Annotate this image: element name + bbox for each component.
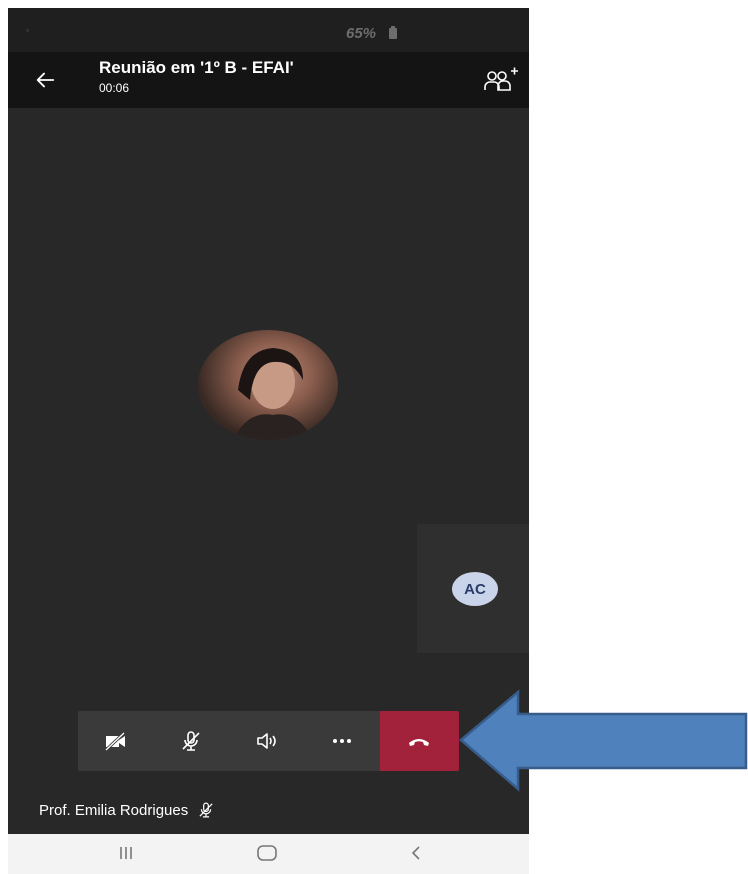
status-bar: 65% xyxy=(8,8,529,52)
camera-off-icon xyxy=(104,731,125,752)
meeting-header: Reunião em '1º B - EFAI' 00:06 xyxy=(8,52,529,108)
phone-screen: 65% Reunião em '1º B - EFAI' 00:06 AC Pr… xyxy=(8,8,529,874)
home-button[interactable] xyxy=(247,838,287,868)
arrow-left-icon[interactable] xyxy=(34,69,56,91)
notification-dot xyxy=(26,29,29,32)
participant-name-row: Prof. Emilia Rodrigues xyxy=(39,800,216,820)
back-chevron-icon xyxy=(411,846,420,860)
speaker-button[interactable] xyxy=(229,711,304,771)
more-options-button[interactable] xyxy=(304,711,379,771)
camera-off-button[interactable] xyxy=(78,711,153,771)
speaker-icon xyxy=(256,733,276,749)
initials-avatar: AC xyxy=(452,572,498,606)
more-dots-icon xyxy=(333,739,352,743)
side-participant-tile[interactable]: AC xyxy=(417,524,529,653)
call-controls xyxy=(78,711,459,771)
recent-apps-icon xyxy=(120,847,132,859)
battery-icon xyxy=(389,26,397,39)
meeting-timer: 00:06 xyxy=(99,81,130,95)
arrow-left-annotation-icon xyxy=(459,689,748,792)
add-participants-icon[interactable] xyxy=(480,66,520,96)
person-silhouette-icon xyxy=(233,348,313,440)
hang-up-button[interactable] xyxy=(379,711,459,771)
participant-name: Prof. Emilia Rodrigues xyxy=(39,801,189,819)
back-button[interactable] xyxy=(396,838,436,868)
mic-off-icon xyxy=(182,731,200,751)
meeting-title: Reunião em '1º B - EFAI' xyxy=(99,58,294,77)
battery-level: 65% xyxy=(346,25,377,42)
home-icon xyxy=(257,845,277,861)
mic-off-icon xyxy=(199,802,213,818)
participant-photo[interactable] xyxy=(198,330,338,440)
recent-apps-button[interactable] xyxy=(106,838,146,868)
android-nav-bar xyxy=(8,834,529,874)
phone-hangup-icon xyxy=(409,739,430,746)
mic-off-button[interactable] xyxy=(153,711,228,771)
